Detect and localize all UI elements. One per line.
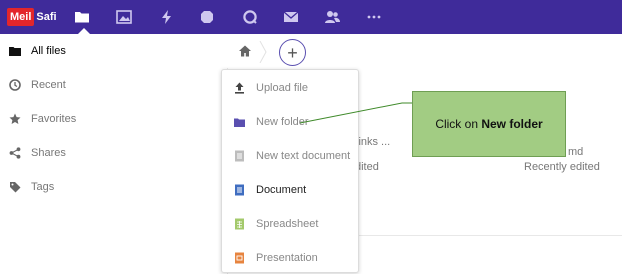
sidebar-item-label: Favorites xyxy=(31,113,77,125)
logo-badge: Meil xyxy=(7,7,35,26)
text-document-icon xyxy=(233,150,245,162)
app-logo[interactable]: Meil Safi xyxy=(7,7,57,26)
file-name-partial: md xyxy=(568,146,584,158)
menu-item-new-text-document[interactable]: New text document xyxy=(222,139,358,173)
sidebar-item-label: Recent xyxy=(31,79,66,91)
logo-text: Safi xyxy=(36,10,57,23)
folder-icon xyxy=(9,45,21,57)
sidebar: All files Recent Favorites Shares Tags xyxy=(0,34,228,274)
sidebar-item-shares[interactable]: Shares xyxy=(0,136,228,170)
sidebar-item-label: Tags xyxy=(31,181,55,193)
star-icon xyxy=(9,113,21,125)
new-item-menu: Upload file New folder New text document… xyxy=(221,69,359,273)
spreadsheet-icon xyxy=(233,218,245,230)
menu-item-document[interactable]: Document xyxy=(222,173,358,207)
clock-icon xyxy=(9,79,21,91)
tag-icon xyxy=(9,181,21,193)
folder-icon xyxy=(233,116,245,128)
home-icon[interactable] xyxy=(238,44,252,58)
sidebar-item-favorites[interactable]: Favorites xyxy=(0,102,228,136)
files-icon[interactable] xyxy=(72,7,92,27)
menu-item-new-folder[interactable]: New folder xyxy=(222,105,358,139)
presentation-icon xyxy=(233,252,245,264)
callout-text-prefix: Click on xyxy=(435,117,482,131)
file-recently-edited: Recently edited xyxy=(524,161,600,173)
sidebar-item-label: All files xyxy=(31,45,66,57)
activity-icon[interactable] xyxy=(157,7,177,27)
mail-icon[interactable] xyxy=(281,7,301,27)
menu-item-label: New text document xyxy=(256,150,351,162)
callout-text-bold: New folder xyxy=(481,117,543,131)
menu-item-presentation[interactable]: Presentation xyxy=(222,241,358,274)
menu-item-label: Document xyxy=(256,184,307,196)
menu-item-label: New folder xyxy=(256,116,309,128)
menu-item-label: Upload file xyxy=(256,82,308,94)
notes-icon[interactable] xyxy=(198,7,218,27)
sidebar-item-recent[interactable]: Recent xyxy=(0,68,228,102)
menu-item-label: Spreadsheet xyxy=(256,218,319,230)
sidebar-item-tags[interactable]: Tags xyxy=(0,170,228,204)
upload-icon xyxy=(233,82,245,94)
sidebar-item-label: Shares xyxy=(31,147,66,159)
more-icon[interactable] xyxy=(364,7,384,27)
menu-item-spreadsheet[interactable]: Spreadsheet xyxy=(222,207,358,241)
document-icon xyxy=(233,184,245,196)
new-button[interactable]: + xyxy=(279,39,306,66)
instruction-callout: Click on New folder xyxy=(412,91,566,157)
talk-icon[interactable] xyxy=(240,7,260,27)
menu-item-label: Presentation xyxy=(256,252,318,264)
share-icon xyxy=(9,147,21,159)
sidebar-item-all-files[interactable]: All files xyxy=(0,34,228,68)
contacts-icon[interactable] xyxy=(322,7,342,27)
breadcrumb-separator xyxy=(259,41,267,63)
menu-item-upload-file[interactable]: Upload file xyxy=(222,71,358,105)
photos-icon[interactable] xyxy=(114,7,134,27)
top-navigation-bar: Meil Safi xyxy=(0,0,622,34)
file-link-text-partial: links ... xyxy=(356,136,391,148)
